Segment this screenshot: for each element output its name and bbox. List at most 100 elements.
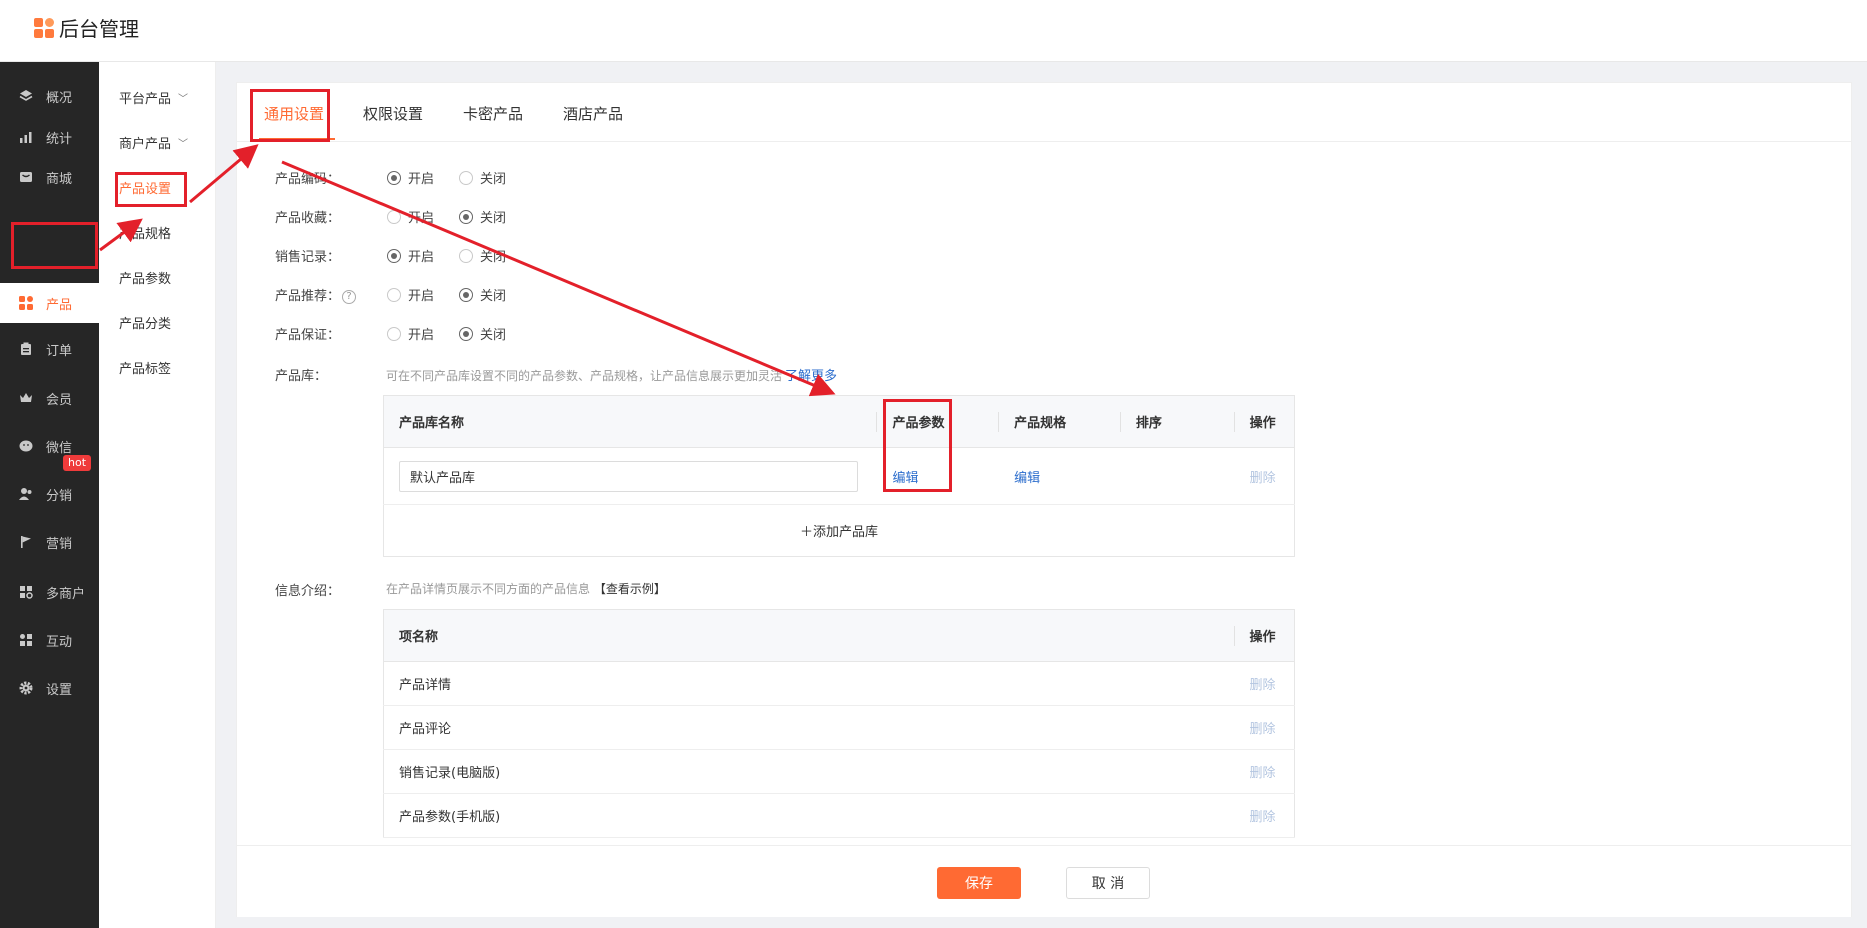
library-name-input[interactable]: 默认产品库 [399,460,858,492]
radio-label: 开启 [408,328,435,343]
logo[interactable]: 后台管理 [34,13,139,42]
form-footer: 保存 取 消 [237,845,1851,917]
setting-label: 销售记录： [275,250,341,265]
action-cell: 删除 [1234,661,1295,706]
sidebar-item-label: 互动 [46,634,73,650]
col-specs: 产品规格 [999,395,1121,448]
sidebar-item-interact[interactable]: 互动 [0,620,99,660]
subnav-platform-products[interactable]: 平台产品 ﹀ [119,88,188,107]
cancel-button[interactable]: 取 消 [1066,867,1150,899]
radio-dot [459,209,473,224]
sidebar-item-member[interactable]: 会员 [0,378,99,418]
subnav-label: 产品参数 [119,272,172,287]
tab-permissions[interactable]: 权限设置 [363,103,423,124]
add-library-label: 添加产品库 [813,525,879,540]
radio-label: 关闭 [480,328,507,343]
hot-badge: hot [63,455,92,471]
subnav-merchant-products[interactable]: 商户产品 ﹀ [119,133,188,152]
info-table: 项名称 操作 产品详情 删除 产品评论 删除 销售记录(电脑版) 删除 产品参数… [383,609,1295,838]
sidebar-item-store[interactable]: 商城 [0,157,99,197]
radio-label: 开启 [408,250,435,265]
sidebar-item-product[interactable]: 产品 [0,283,99,323]
sort-cell [1120,447,1235,505]
library-name-cell: 默认产品库 [383,447,878,505]
tab-bar: 通用设置 权限设置 卡密产品 酒店产品 [237,83,1851,142]
radio-dot [387,287,401,302]
table-row: 产品参数(手机版) 删除 [383,793,1295,838]
subnav-product-specs[interactable]: 产品规格 [119,223,171,242]
chevron-down-icon: ﹀ [178,139,189,150]
add-library-button[interactable]: ＋添加产品库 [800,525,878,540]
store-icon [18,169,34,185]
radio-guarantee-off[interactable]: 关闭 [459,324,506,343]
add-row: ＋添加产品库 [384,505,1295,557]
app-title: 后台管理 [59,17,139,41]
radio-code-on[interactable]: 开启 [387,168,434,187]
radio-label: 开启 [408,289,435,304]
radio-label: 关闭 [480,172,507,187]
sidebar-item-settings[interactable]: 设置 [0,668,99,708]
delete-link[interactable]: 删除 [1250,678,1276,693]
radio-sales-on[interactable]: 开启 [387,246,434,265]
sidebar-item-merchants[interactable]: 多商户 [0,572,99,612]
users-icon [18,486,34,502]
action-cell: 删除 [1234,705,1295,750]
sidebar-item-label: 产品 [46,297,73,313]
radio-recommend-on[interactable]: 开启 [387,285,434,304]
delete-link[interactable]: 删除 [1250,471,1276,486]
save-button[interactable]: 保存 [937,867,1021,899]
delete-link[interactable]: 删除 [1250,810,1276,825]
radio-favorite-off[interactable]: 关闭 [459,207,506,226]
radio-label: 开启 [408,172,435,187]
col-action: 操作 [1234,395,1295,448]
col-action: 操作 [1234,609,1295,662]
edit-specs-link[interactable]: 编辑 [1014,471,1040,486]
radio-dot [459,287,473,302]
library-table: 产品库名称 产品参数 产品规格 排序 操作 默认产品库 编辑 编辑 删除 ＋添加… [383,395,1295,557]
flag-icon [18,534,34,550]
sidebar-item-label: 概况 [46,90,73,106]
sidebar-item-order[interactable]: 订单 [0,329,99,369]
sidebar-item-label: 商城 [46,171,73,187]
setting-label: 产品收藏： [275,211,341,226]
sidebar-item-marketing[interactable]: 营销 [0,522,99,562]
help-icon[interactable]: ? [342,289,357,304]
clipboard-icon [18,341,34,357]
learn-more-link[interactable]: 了解更多 [785,369,837,384]
subnav-product-categories[interactable]: 产品分类 [119,313,171,332]
col-item-name: 项名称 [383,609,1235,662]
sidebar-item-label: 设置 [46,682,73,698]
crown-icon [18,390,34,406]
annotation-box-product [11,222,98,269]
view-example-link[interactable]: 【查看示例】 [594,582,666,596]
sidebar-item-label: 分销 [46,488,73,504]
setting-label: 产品编码： [275,172,341,187]
radio-dot [459,248,473,263]
delete-link[interactable]: 删除 [1250,766,1276,781]
sidebar-item-distribution[interactable]: 分销 [0,474,99,514]
radio-label: 关闭 [480,211,507,226]
sidebar-item-stats[interactable]: 统计 [0,117,99,157]
radio-code-off[interactable]: 关闭 [459,168,506,187]
delete-link[interactable]: 删除 [1250,722,1276,737]
subnav-product-tags[interactable]: 产品标签 [119,358,171,377]
tab-card-products[interactable]: 卡密产品 [463,103,523,124]
info-hint: 在产品详情页展示不同方面的产品信息 【查看示例】 [386,580,666,597]
sidebar-item-overview[interactable]: 概况 [0,76,99,116]
wechat-icon [18,438,34,454]
layers-icon [18,88,34,104]
table-row: 默认产品库 编辑 编辑 删除 [383,447,1295,505]
radio-guarantee-on[interactable]: 开启 [387,324,434,343]
radio-label: 开启 [408,211,435,226]
specs-cell: 编辑 [999,447,1121,505]
item-name-cell: 产品参数(手机版) [383,793,1235,838]
subnav-product-params[interactable]: 产品参数 [119,268,171,287]
tab-hotel-products[interactable]: 酒店产品 [563,103,623,124]
radio-favorite-on[interactable]: 开启 [387,207,434,226]
radio-recommend-off[interactable]: 关闭 [459,285,506,304]
radio-sales-off[interactable]: 关闭 [459,246,506,265]
setting-label-text: 产品推荐： [275,289,341,304]
annotation-box-product-settings [115,172,187,207]
shop-icon [18,584,34,600]
sidebar-item-label: 统计 [46,131,73,147]
